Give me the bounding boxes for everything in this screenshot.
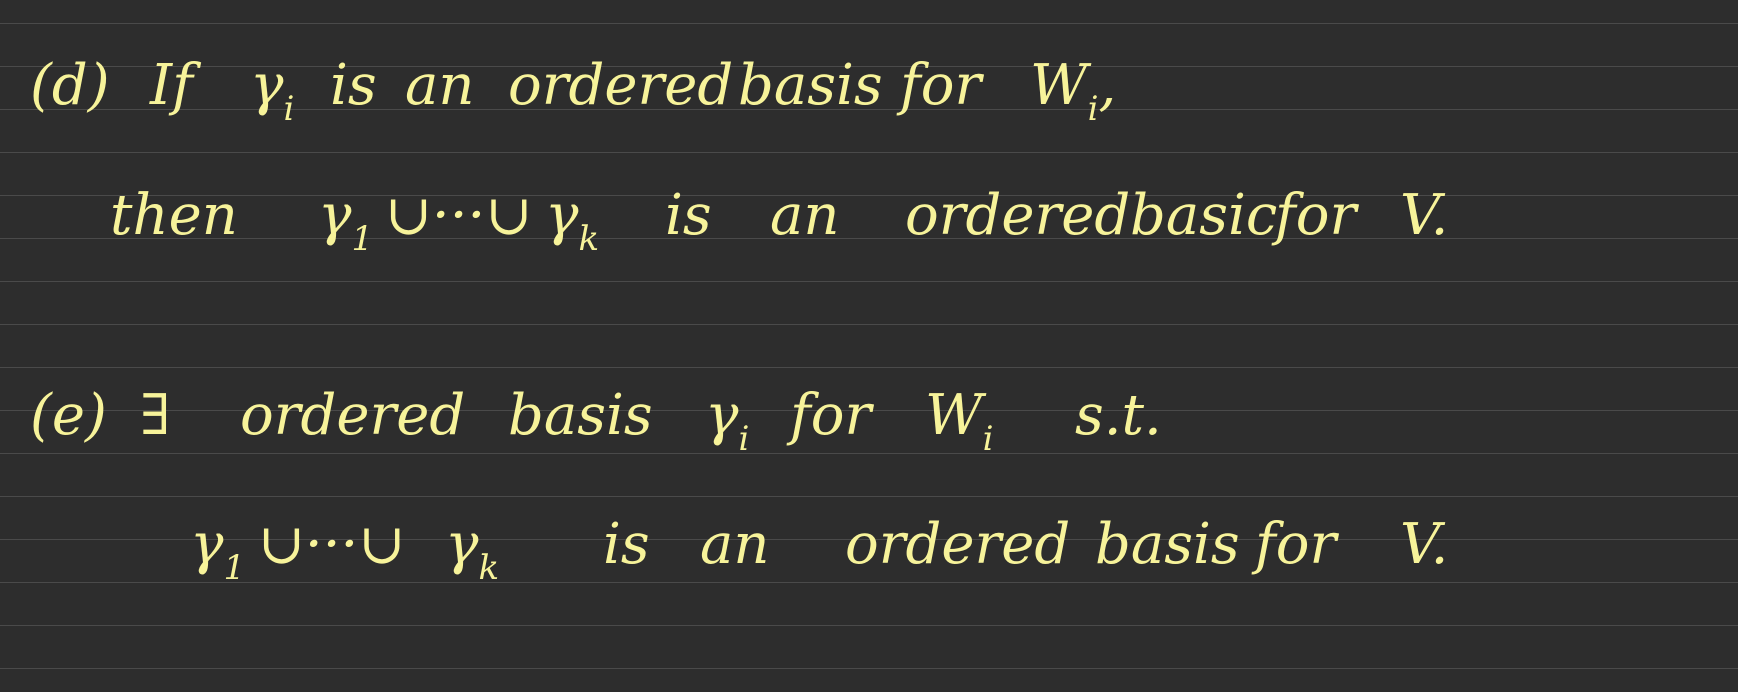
exists-symbol: ∃ [140,383,171,448]
word: an [405,53,475,118]
ruled-line [0,496,1738,497]
word: basis [508,383,653,448]
gamma-k: γk [545,183,600,259]
ruled-line [0,625,1738,626]
word: is [603,512,650,577]
ruled-line [0,152,1738,153]
ruled-line [0,367,1738,368]
word: then [110,183,238,248]
gamma-i: γi [705,383,750,459]
word: ordered [508,53,734,118]
item-label-d: (d) [30,53,110,118]
word: basic [1130,183,1278,248]
W-i: Wi, [1030,53,1117,129]
word: for [900,53,982,118]
gamma-1: γ1 [318,183,374,259]
word: an [700,512,770,577]
ruled-line [0,281,1738,282]
word: is [665,183,712,248]
word: V. [1400,512,1449,577]
word: ordered [845,512,1071,577]
ruled-line [0,582,1738,583]
ruled-line [0,668,1738,669]
word: ordered [905,183,1131,248]
word: for [1255,512,1337,577]
word: s.t. [1075,383,1162,448]
ruled-line [0,324,1738,325]
word: an [770,183,840,248]
union-ellipsis: ∪···∪ [258,512,406,577]
gamma-k: γk [445,512,500,588]
W-i: Wi [925,383,994,459]
item-label-e: (e) [30,383,107,448]
union-ellipsis: ∪···∪ [385,183,533,248]
gamma-i: γi [250,53,295,129]
word: is [330,53,377,118]
gamma-1: γ1 [190,512,246,588]
word: V. [1400,183,1449,248]
word: for [790,383,872,448]
ruled-line [0,238,1738,239]
word: ordered [240,383,466,448]
word: basis [1095,512,1240,577]
ruled-line [0,195,1738,196]
ruled-line [0,23,1738,24]
ruled-line [0,453,1738,454]
word: basis [738,53,883,118]
word: for [1275,183,1357,248]
word: If [150,53,193,118]
notebook-page: (d) If γi is an ordered basis for Wi, th… [0,0,1738,692]
